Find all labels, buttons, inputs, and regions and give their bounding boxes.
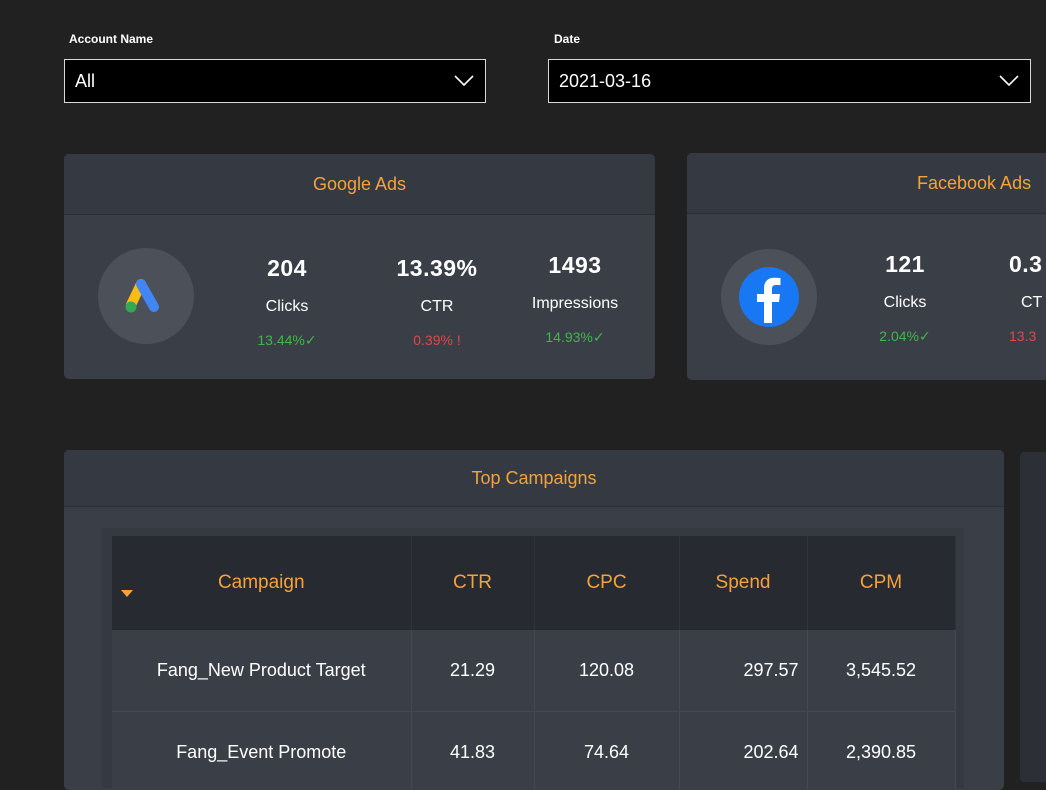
account-name-label: Account Name xyxy=(69,32,153,46)
cpm-cell: 2,390.85 xyxy=(807,712,955,790)
spend-cell: 297.57 xyxy=(679,630,807,712)
checkmark-icon: ✓ xyxy=(593,329,605,345)
google-ctr-metric: 13.39% CTR 0.39% ! xyxy=(382,255,492,348)
adjacent-panel-edge xyxy=(1020,452,1046,782)
google-impressions-label: Impressions xyxy=(518,295,632,313)
google-clicks-metric: 204 Clicks 13.44%✓ xyxy=(236,255,338,349)
google-impressions-change: 14.93%✓ xyxy=(518,329,632,346)
google-ads-header: Google Ads xyxy=(64,154,655,215)
table-header-row: Campaign CTR CPC Spend CPM xyxy=(112,536,955,630)
column-header-spend[interactable]: Spend xyxy=(679,536,807,630)
campaigns-table: Campaign CTR CPC Spend CPM Fang_New Prod… xyxy=(112,536,956,790)
ctr-cell: 41.83 xyxy=(411,712,534,790)
account-name-dropdown[interactable]: All xyxy=(64,59,486,103)
google-clicks-change: 13.44%✓ xyxy=(236,332,338,349)
facebook-ads-header: Facebook Ads xyxy=(687,153,1046,214)
google-ctr-label: CTR xyxy=(382,298,492,316)
facebook-clicks-change: 2.04%✓ xyxy=(853,328,957,345)
ctr-cell: 21.29 xyxy=(411,630,534,712)
column-header-ctr[interactable]: CTR xyxy=(411,536,534,630)
column-header-campaign[interactable]: Campaign xyxy=(112,536,411,630)
date-label: Date xyxy=(554,32,580,46)
sort-descending-icon[interactable] xyxy=(121,590,133,597)
google-ads-title: Google Ads xyxy=(313,174,406,195)
facebook-ctr-metric: 0.3 CT 13.3 xyxy=(1009,251,1046,344)
google-ads-icon xyxy=(124,276,168,316)
google-clicks-label: Clicks xyxy=(236,298,338,316)
date-value: 2021-03-16 xyxy=(559,71,651,92)
google-ctr-change: 0.39% ! xyxy=(382,332,492,348)
campaigns-table-container: Campaign CTR CPC Spend CPM Fang_New Prod… xyxy=(102,528,964,788)
google-impressions-metric: 1493 Impressions 14.93%✓ xyxy=(518,252,632,346)
google-clicks-value: 204 xyxy=(236,255,338,282)
cpc-cell: 74.64 xyxy=(534,712,679,790)
chevron-down-icon xyxy=(998,72,1020,88)
column-header-cpm[interactable]: CPM xyxy=(807,536,955,630)
campaign-name-cell: Fang_Event Promote xyxy=(112,712,411,790)
checkmark-icon: ✓ xyxy=(305,332,317,348)
cpc-cell: 120.08 xyxy=(534,630,679,712)
facebook-ads-title: Facebook Ads xyxy=(917,173,1031,194)
checkmark-icon: ✓ xyxy=(919,328,931,344)
chevron-down-icon xyxy=(453,72,475,88)
top-campaigns-title: Top Campaigns xyxy=(471,468,596,489)
facebook-ctr-change: 13.3 xyxy=(1009,328,1046,344)
exclamation-icon: ! xyxy=(457,332,461,348)
facebook-clicks-label: Clicks xyxy=(853,294,957,312)
account-name-value: All xyxy=(75,71,95,92)
google-ads-logo xyxy=(98,248,194,344)
google-ctr-value: 13.39% xyxy=(382,255,492,282)
facebook-icon xyxy=(737,265,801,329)
facebook-clicks-metric: 121 Clicks 2.04%✓ xyxy=(853,251,957,345)
facebook-logo xyxy=(721,249,817,345)
table-row[interactable]: Fang_Event Promote 41.83 74.64 202.64 2,… xyxy=(112,712,955,790)
facebook-ads-card: Facebook Ads 121 Clicks 2.04%✓ 0.3 CT 13… xyxy=(687,153,1046,380)
facebook-clicks-value: 121 xyxy=(853,251,957,278)
cpm-cell: 3,545.52 xyxy=(807,630,955,712)
campaign-name-cell: Fang_New Product Target xyxy=(112,630,411,712)
google-ads-card: Google Ads 204 Clicks 13.44%✓ 13.39% CTR… xyxy=(64,154,655,379)
facebook-ctr-value: 0.3 xyxy=(1009,251,1046,278)
top-campaigns-header: Top Campaigns xyxy=(64,450,1004,507)
google-impressions-value: 1493 xyxy=(518,252,632,279)
column-header-cpc[interactable]: CPC xyxy=(534,536,679,630)
table-row[interactable]: Fang_New Product Target 21.29 120.08 297… xyxy=(112,630,955,712)
date-dropdown[interactable]: 2021-03-16 xyxy=(548,59,1031,103)
facebook-ctr-label: CT xyxy=(1009,294,1046,312)
top-campaigns-card: Top Campaigns Campaign CTR CPC Spend CPM… xyxy=(64,450,1004,790)
spend-cell: 202.64 xyxy=(679,712,807,790)
